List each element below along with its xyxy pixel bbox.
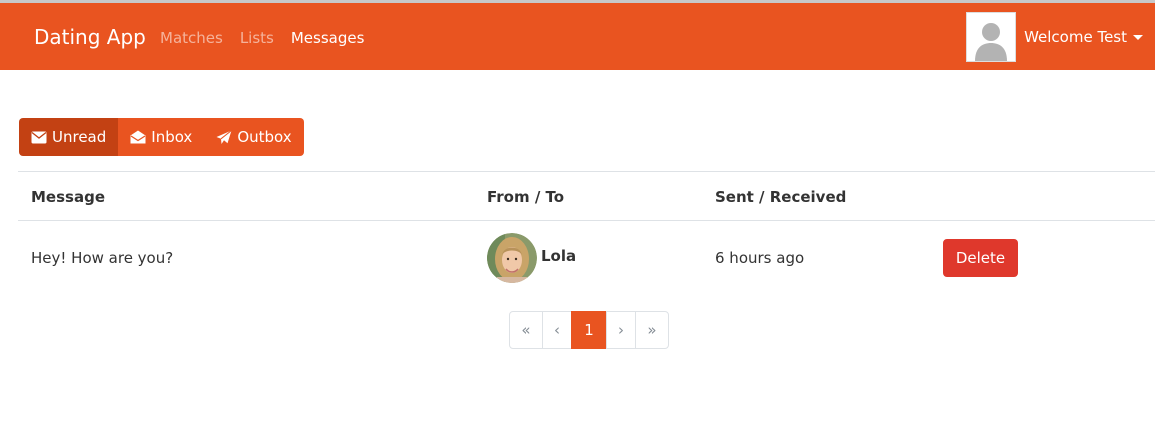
delete-button[interactable]: Delete (943, 239, 1018, 277)
table-row[interactable]: Hey! How are you? Lola 6 hours ago Delet… (18, 221, 1155, 296)
envelope-open-icon (130, 130, 146, 144)
column-header-message: Message (31, 188, 105, 206)
table-header: Message From / To Sent / Received (18, 171, 1155, 221)
welcome-text: Welcome Test (1024, 28, 1127, 46)
tab-unread[interactable]: Unread (19, 118, 119, 156)
tab-unread-label: Unread (52, 128, 107, 146)
user-menu-toggle[interactable]: Welcome Test (966, 12, 1143, 62)
page-next-button[interactable]: › (606, 311, 636, 349)
brand-link[interactable]: Dating App (34, 25, 146, 49)
message-content: Hey! How are you? (31, 249, 174, 267)
nav-link-lists[interactable]: Lists (240, 29, 274, 47)
messages-table: Message From / To Sent / Received Hey! H… (18, 171, 1155, 296)
navbar: Dating App Matches Lists Messages Welcom… (0, 3, 1155, 70)
column-header-sent-received: Sent / Received (715, 188, 847, 206)
sender-name[interactable]: Lola (541, 247, 576, 265)
tab-inbox[interactable]: Inbox (118, 118, 205, 156)
nav-link-messages[interactable]: Messages (291, 29, 365, 47)
chevron-down-icon (1133, 34, 1143, 40)
user-avatar (966, 12, 1017, 62)
page-first-button[interactable]: « (509, 311, 543, 349)
tab-outbox[interactable]: Outbox (204, 118, 304, 156)
page-last-button[interactable]: » (635, 311, 669, 349)
sender-avatar[interactable] (487, 233, 537, 283)
user-placeholder-icon (967, 13, 1016, 61)
pagination: « ‹ 1 › » (509, 311, 669, 349)
sender-photo (487, 233, 537, 283)
nav-link-matches[interactable]: Matches (160, 29, 223, 47)
message-time: 6 hours ago (715, 249, 805, 267)
message-container-tabs: Unread Inbox Outbox (19, 118, 304, 156)
envelope-icon (31, 131, 47, 143)
page-prev-button[interactable]: ‹ (542, 311, 572, 349)
tab-outbox-label: Outbox (237, 128, 292, 146)
tab-inbox-label: Inbox (151, 128, 193, 146)
nav-links: Matches Lists Messages (160, 29, 364, 47)
page-current-button[interactable]: 1 (571, 311, 607, 349)
paper-plane-icon (216, 129, 233, 144)
column-header-from-to: From / To (487, 188, 565, 206)
